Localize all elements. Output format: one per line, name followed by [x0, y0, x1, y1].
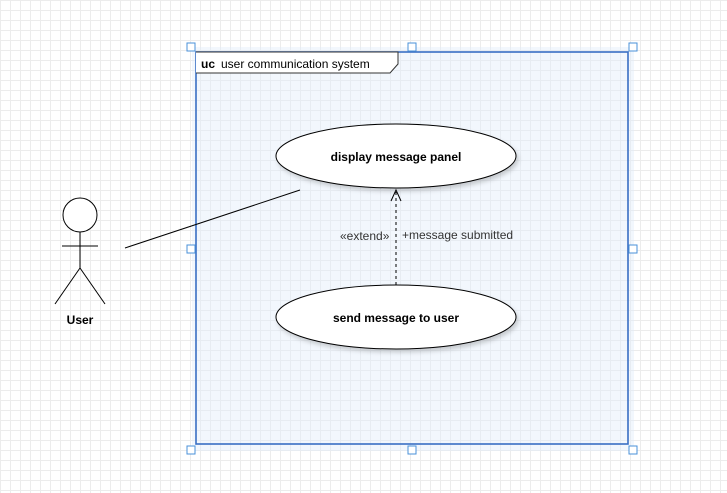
extend-stereotype: «extend» — [340, 229, 390, 243]
use-case-send-label: send message to user — [333, 311, 459, 325]
diagram-canvas[interactable]: uc user communication system User displa… — [0, 0, 727, 493]
actor-label: User — [67, 313, 94, 327]
actor-right-leg — [79, 267, 106, 305]
use-case-send-message-to-user[interactable]: send message to user — [275, 284, 517, 350]
handle-top-left[interactable] — [186, 42, 196, 52]
use-case-display-message-panel[interactable]: display message panel — [275, 123, 517, 189]
actor-head — [62, 197, 98, 233]
handle-middle-left[interactable] — [186, 244, 196, 254]
handle-bottom-left[interactable] — [186, 445, 196, 455]
use-case-display-label: display message panel — [331, 150, 462, 164]
handle-bottom-right[interactable] — [628, 445, 638, 455]
actor-user[interactable] — [54, 197, 106, 305]
handle-middle-right[interactable] — [628, 244, 638, 254]
frame-title: user communication system — [221, 57, 370, 71]
handle-top-right[interactable] — [628, 42, 638, 52]
frame-keyword: uc — [201, 57, 215, 71]
actor-left-leg — [54, 267, 81, 305]
handle-top-center[interactable] — [407, 42, 417, 52]
extend-condition: +message submitted — [402, 228, 513, 242]
system-frame[interactable]: uc user communication system — [192, 47, 634, 451]
handle-bottom-center[interactable] — [407, 445, 417, 455]
